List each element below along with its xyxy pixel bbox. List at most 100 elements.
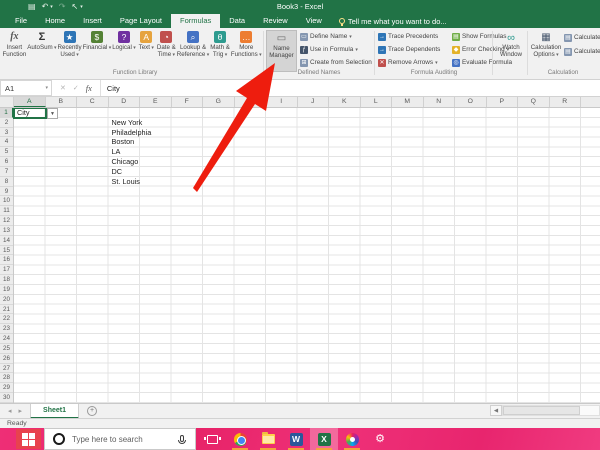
tab-view[interactable]: View	[297, 14, 331, 28]
formula-input[interactable]: City	[101, 80, 600, 96]
row-header-4[interactable]: 4	[0, 137, 13, 147]
insert-function-fx-button[interactable]: fx	[86, 83, 92, 93]
row-header-14[interactable]: 14	[0, 236, 13, 246]
trace-dependents-button[interactable]: →Trace Dependents	[378, 44, 440, 55]
add-sheet-button[interactable]: +	[87, 406, 97, 416]
row-header-16[interactable]: 16	[0, 255, 13, 265]
column-header-J[interactable]: J	[298, 97, 330, 107]
use-in-formula-button[interactable]: ƒUse in Formula▾	[300, 44, 372, 55]
name-manager-button[interactable]: ▭NameManager	[266, 30, 297, 72]
row-header-18[interactable]: 18	[0, 275, 13, 285]
define-name-button[interactable]: ▭Define Name▾	[300, 31, 372, 42]
tab-formulas[interactable]: Formulas	[171, 14, 220, 28]
row-header-26[interactable]: 26	[0, 354, 13, 364]
column-header-K[interactable]: K	[329, 97, 361, 107]
row-header-22[interactable]: 22	[0, 314, 13, 324]
insert-function-button[interactable]: fxInsertFunction	[2, 30, 27, 68]
row-header-1[interactable]: 1	[0, 108, 13, 118]
tab-review[interactable]: Review	[254, 14, 297, 28]
cell-D2[interactable]: New York	[112, 118, 143, 128]
taskbar-app-settings[interactable]: ⚙	[366, 428, 394, 450]
next-sheet-arrow-icon[interactable]: ▸	[19, 407, 23, 415]
row-header-29[interactable]: 29	[0, 383, 13, 393]
column-header-C[interactable]: C	[77, 97, 109, 107]
cell-D6[interactable]: Chicago	[112, 157, 139, 167]
name-box-caret-icon[interactable]: ▾	[45, 85, 48, 91]
calculate-now-button[interactable]: ▤Calculate Now	[564, 32, 600, 43]
row-header-9[interactable]: 9	[0, 187, 13, 197]
column-header-A[interactable]: A	[14, 97, 46, 107]
confirm-entry-button[interactable]: ✓	[73, 84, 79, 92]
taskbar-search-box[interactable]: Type here to search	[44, 428, 196, 450]
remove-arrows-button[interactable]: ✕Remove Arrows▾	[378, 57, 440, 68]
taskbar-app-excel[interactable]: X	[310, 428, 338, 450]
row-header-5[interactable]: 5	[0, 147, 13, 157]
dateand-time-button[interactable]: ◔Date &Time ▾	[156, 30, 176, 68]
column-header-L[interactable]: L	[361, 97, 393, 107]
watch-window-button[interactable]: ∞ WatchWindow	[496, 30, 526, 72]
sheet-tab-sheet1[interactable]: Sheet1	[30, 404, 79, 419]
cell-D7[interactable]: DC	[112, 167, 123, 177]
trace-precedents-button[interactable]: →Trace Precedents	[378, 31, 440, 42]
logical-button[interactable]: ?Logical ▾	[112, 30, 137, 68]
taskbar-app-task-view[interactable]	[198, 428, 226, 450]
row-header-17[interactable]: 17	[0, 265, 13, 275]
scrollbar-track[interactable]	[502, 405, 600, 416]
column-header-G[interactable]: G	[203, 97, 235, 107]
tell-me-box[interactable]: Tell me what you want to do...	[331, 14, 455, 28]
row-header-25[interactable]: 25	[0, 344, 13, 354]
row-header-2[interactable]: 2	[0, 118, 13, 128]
data-validation-dropdown-button[interactable]: ▼	[47, 108, 58, 119]
tab-insert[interactable]: Insert	[74, 14, 111, 28]
prev-sheet-arrow-icon[interactable]: ◂	[8, 407, 12, 415]
row-header-28[interactable]: 28	[0, 373, 13, 383]
column-header-D[interactable]: D	[109, 97, 141, 107]
row-header-27[interactable]: 27	[0, 364, 13, 374]
calculate-sheet-button[interactable]: ▤Calculate Sheet	[564, 46, 600, 57]
taskbar-app-file-explorer[interactable]	[254, 428, 282, 450]
row-header-21[interactable]: 21	[0, 305, 13, 315]
cell-D5[interactable]: LA	[112, 147, 121, 157]
cell-D3[interactable]: Philadelphia	[112, 128, 152, 138]
row-header-24[interactable]: 24	[0, 334, 13, 344]
column-header-O[interactable]: O	[455, 97, 487, 107]
column-header-I[interactable]: I	[266, 97, 298, 107]
column-header-N[interactable]: N	[424, 97, 456, 107]
row-header-7[interactable]: 7	[0, 167, 13, 177]
cell-D8[interactable]: St. Louis	[112, 177, 140, 187]
start-button[interactable]	[16, 429, 41, 449]
row-header-19[interactable]: 19	[0, 285, 13, 295]
mathand-trig-button[interactable]: θMath &Trig ▾	[210, 30, 231, 68]
column-header-F[interactable]: F	[172, 97, 204, 107]
lookupand-reference-button[interactable]: ⌕Lookup &Reference ▾	[176, 30, 209, 68]
horizontal-scrollbar[interactable]: ◀	[490, 405, 600, 416]
tab-data[interactable]: Data	[220, 14, 254, 28]
grid-rows[interactable]: 1234567891011121314151617181920212223242…	[0, 108, 600, 403]
column-header-H[interactable]: H	[235, 97, 267, 107]
autosum-button[interactable]: ΣAutoSum ▾	[27, 30, 57, 68]
cell-D4[interactable]: Boston	[112, 137, 135, 147]
tab-page-layout[interactable]: Page Layout	[111, 14, 171, 28]
column-header-P[interactable]: P	[487, 97, 519, 107]
cancel-entry-button[interactable]: ✕	[60, 84, 66, 92]
create-from-selection-button[interactable]: ⊞Create from Selection	[300, 57, 372, 68]
row-header-30[interactable]: 30	[0, 393, 13, 403]
row-header-3[interactable]: 3	[0, 128, 13, 138]
tab-home[interactable]: Home	[36, 14, 74, 28]
row-header-11[interactable]: 11	[0, 206, 13, 216]
row-header-23[interactable]: 23	[0, 324, 13, 334]
tab-file[interactable]: File	[6, 14, 36, 28]
select-all-corner[interactable]	[0, 97, 14, 107]
name-box[interactable]: A1 ▾	[0, 80, 52, 96]
recently-used-button[interactable]: ★RecentlyUsed ▾	[57, 30, 82, 68]
row-header-12[interactable]: 12	[0, 216, 13, 226]
row-header-10[interactable]: 10	[0, 196, 13, 206]
row-header-15[interactable]: 15	[0, 246, 13, 256]
taskbar-app-paint[interactable]	[338, 428, 366, 450]
taskbar-app-word[interactable]: W	[282, 428, 310, 450]
row-header-8[interactable]: 8	[0, 177, 13, 187]
taskbar-app-chrome[interactable]	[226, 428, 254, 450]
financial-button[interactable]: $Financial ▾	[82, 30, 112, 68]
microphone-icon[interactable]	[178, 435, 186, 444]
column-header-R[interactable]: R	[550, 97, 582, 107]
